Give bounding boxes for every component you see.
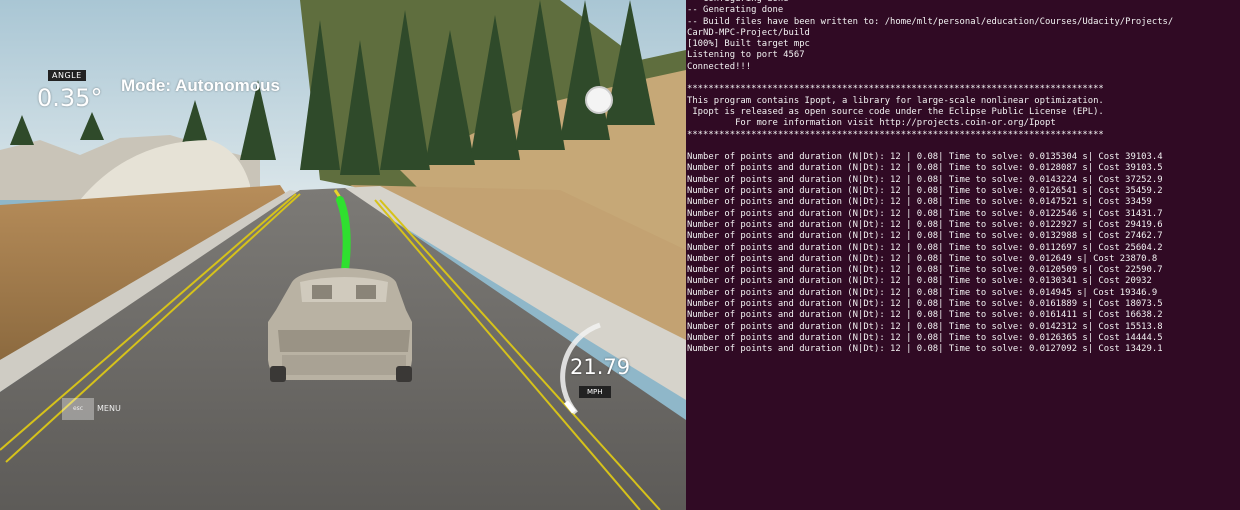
terminal-line: Number of points and duration (N|Dt): 12… [687,208,1163,219]
terminal-line: Number of points and duration (N|Dt): 12… [687,344,1163,355]
terminal-line: For more information visit http://projec… [687,118,1056,129]
terminal-line: This program contains Ipopt, a library f… [687,95,1104,106]
terminal-line: Number of points and duration (N|Dt): 12… [687,265,1163,276]
angle-label: ANGLE [48,70,86,81]
terminal-line: [100%] Built target mpc [687,39,810,50]
terminal-line: Number of points and duration (N|Dt): 12… [687,332,1163,343]
terminal-line: Number of points and duration (N|Dt): 12… [687,186,1163,197]
terminal-line: Number of points and duration (N|Dt): 12… [687,242,1163,253]
terminal-line: Number of points and duration (N|Dt): 12… [687,299,1163,310]
terminal-line: Connected!!! [687,61,752,72]
terminal-line: Number of points and duration (N|Dt): 12… [687,197,1152,208]
speed-value: 21.79 [570,355,631,379]
terminal-window[interactable]: -- Configuring done-- Generating done-- … [686,0,1240,510]
terminal-line: -- Build files have been written to: /ho… [687,16,1174,27]
terminal-line: Ipopt is released as open source code un… [687,106,1104,117]
terminal-line: Number of points and duration (N|Dt): 12… [687,253,1158,264]
menu-label: MENU [97,404,121,413]
driving-scene [0,0,686,510]
terminal-line: Number of points and duration (N|Dt): 12… [687,152,1163,163]
terminal-line: Number of points and duration (N|Dt): 12… [687,219,1163,230]
terminal-line: Number of points and duration (N|Dt): 12… [687,287,1158,298]
terminal-line: -- Generating done [687,5,784,16]
terminal-line: Number of points and duration (N|Dt): 12… [687,310,1163,321]
driving-mode: Mode: Autonomous [121,76,280,95]
terminal-line: Number of points and duration (N|Dt): 12… [687,276,1152,287]
menu-button[interactable]: esc [62,398,94,420]
terminal-line: Listening to port 4567 [687,50,805,61]
speed-unit: MPH [579,386,611,398]
terminal-line: ****************************************… [687,84,1104,95]
record-button[interactable] [585,86,613,114]
terminal-line: CarND-MPC-Project/build [687,27,810,38]
terminal-line: Number of points and duration (N|Dt): 12… [687,174,1163,185]
simulator-view: ANGLE 0.35° Mode: Autonomous 21.79 MPH e… [0,0,686,510]
menu-key: esc [72,405,84,412]
terminal-output: -- Configuring done-- Generating done-- … [686,0,1173,356]
terminal-line: Number of points and duration (N|Dt): 12… [687,163,1163,174]
steering-angle-value: 0.35° [37,84,103,112]
terminal-line: Number of points and duration (N|Dt): 12… [687,231,1163,242]
terminal-line: ****************************************… [687,129,1104,140]
terminal-line: Number of points and duration (N|Dt): 12… [687,321,1163,332]
